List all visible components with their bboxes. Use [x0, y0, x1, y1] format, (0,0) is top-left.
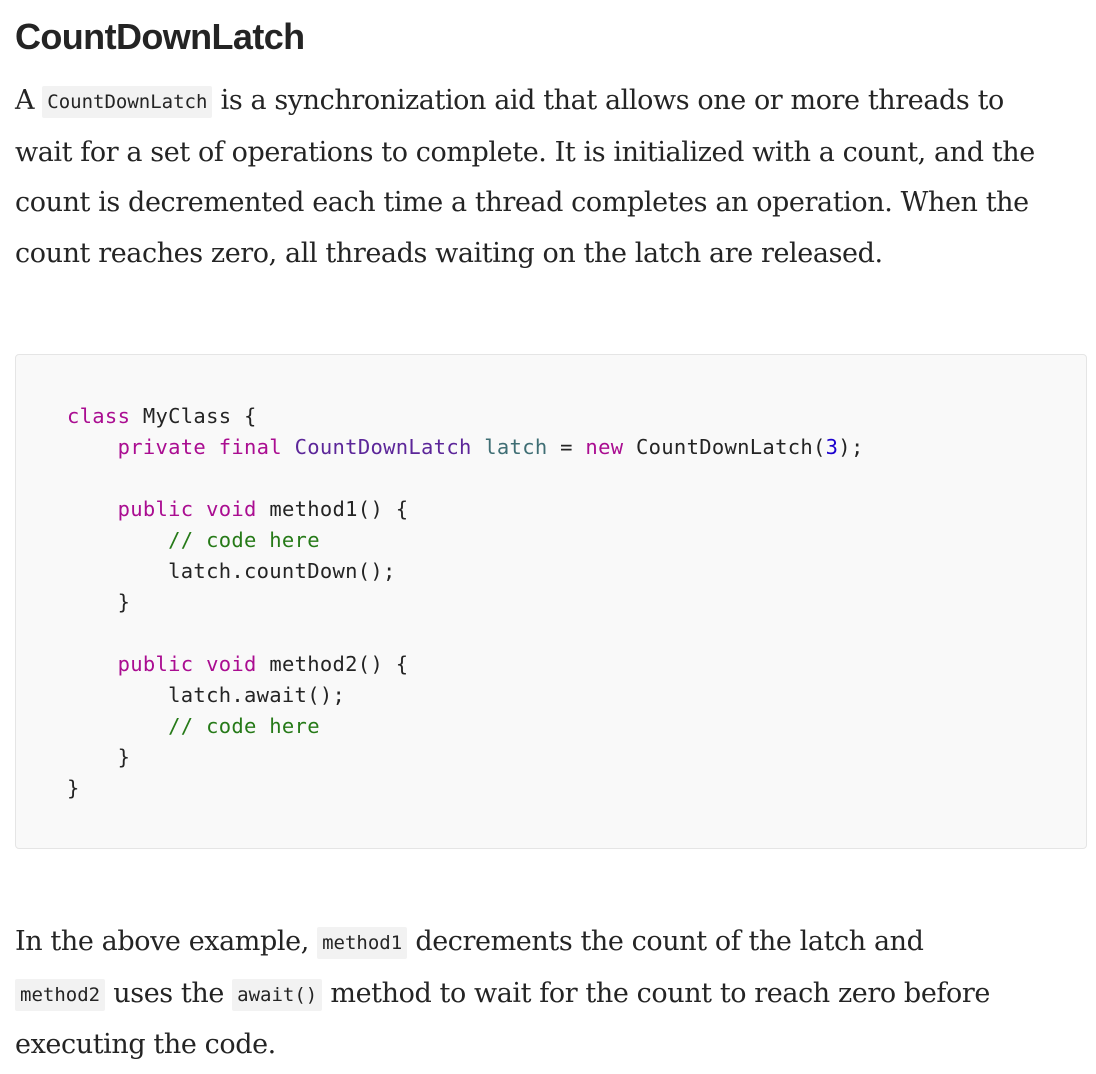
intro-text: A — [15, 85, 43, 116]
code-line: } — [67, 776, 80, 800]
code-line: private final CountDownLatch latch = new… — [117, 435, 864, 459]
intro-text: wait for a set of operations to complete… — [15, 136, 1035, 168]
explanation-paragraph: In the above example, method1 decrements… — [15, 917, 990, 1071]
intro-text: is a synchronization aid that allows one… — [212, 85, 1005, 116]
explanation-text: uses the — [105, 977, 233, 1009]
code-listing: class MyClass { private final CountDownL… — [67, 401, 864, 804]
explanation-text: executing the code. — [15, 1029, 276, 1060]
inline-code-method1: method1 — [317, 927, 408, 959]
code-line: } — [117, 590, 131, 614]
intro-text: count is decremented each time a thread … — [15, 187, 1029, 218]
code-line: latch.countDown(); — [168, 559, 396, 583]
code-line: public void method1() { — [117, 497, 409, 521]
intro-paragraph: A CountDownLatch is a synchronization ai… — [15, 76, 1035, 279]
intro-text: count reaches zero, all threads waiting … — [15, 237, 883, 269]
explanation-text: method to wait for the count to reach ze… — [322, 977, 990, 1009]
code-line: public void method2() { — [117, 652, 409, 676]
code-line: } — [117, 745, 131, 769]
code-line: class MyClass { — [67, 404, 257, 428]
inline-code-countdownlatch: CountDownLatch — [42, 86, 213, 118]
code-block[interactable]: class MyClass { private final CountDownL… — [15, 354, 1087, 849]
inline-code-method2: method2 — [15, 978, 106, 1011]
code-line: // code here — [168, 528, 320, 552]
explanation-text: decrements the count of the latch and — [407, 926, 924, 957]
section-heading: CountDownLatch — [15, 16, 305, 57]
code-line: // code here — [168, 714, 320, 738]
code-line: latch.await(); — [168, 683, 346, 707]
explanation-text: In the above example, — [15, 926, 318, 957]
inline-code-await: await() — [232, 978, 323, 1011]
